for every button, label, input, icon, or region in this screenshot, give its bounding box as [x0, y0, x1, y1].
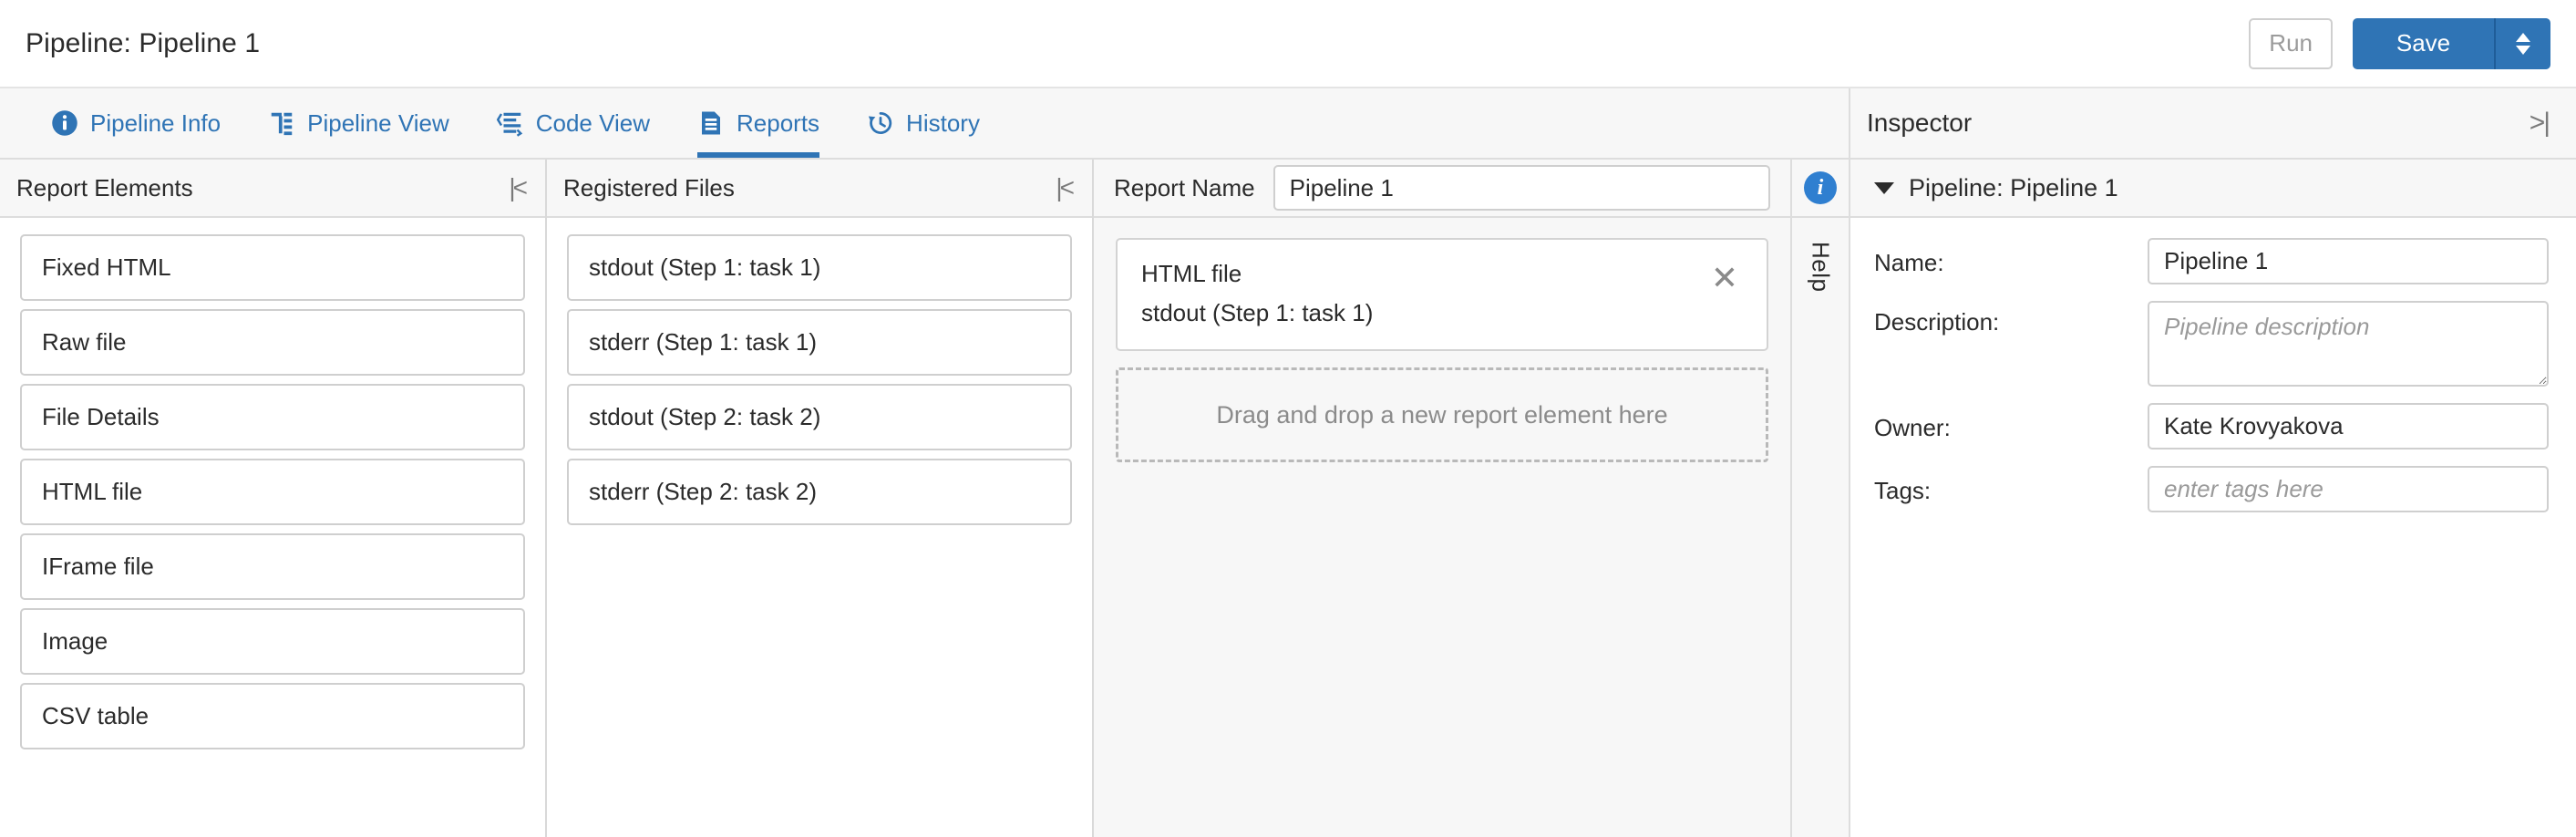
inspector-form: Name: Description: Owner: Tags: [1850, 218, 2576, 529]
list-item[interactable]: File Details [20, 384, 525, 450]
tab-reports[interactable]: Reports [674, 88, 843, 158]
tree-view-icon [268, 109, 295, 137]
report-card-subtitle: stdout (Step 1: task 1) [1141, 299, 1374, 326]
page-title: Pipeline: Pipeline 1 [26, 27, 261, 58]
inspector-row-description: Description: [1874, 301, 2549, 387]
report-card-title: HTML file [1141, 260, 1242, 287]
tab-label: Pipeline Info [90, 108, 222, 137]
inspector-header: Inspector >| [1850, 88, 2576, 158]
inspector-section-title: Pipeline: Pipeline 1 [1909, 173, 2118, 202]
list-item[interactable]: Image [20, 608, 525, 675]
tab-label: History [906, 108, 980, 137]
tab-pipeline-view[interactable]: Pipeline View [244, 88, 473, 158]
inspector-row-owner: Owner: [1874, 403, 2549, 450]
inspector-row-name: Name: [1874, 238, 2549, 284]
help-tab[interactable]: Help [1807, 242, 1835, 292]
registered-files-list: stdout (Step 1: task 1) stderr (Step 1: … [547, 218, 1092, 837]
collapse-left-icon[interactable]: |< [509, 175, 528, 201]
collapse-left-icon[interactable]: |< [1056, 175, 1075, 201]
report-elements-list: Fixed HTML Raw file File Details HTML fi… [0, 218, 545, 837]
registered-files-panel: Registered Files |< stdout (Step 1: task… [547, 160, 1094, 837]
report-element-card[interactable]: HTML file stdout (Step 1: task 1) ✕ [1116, 238, 1768, 351]
app-header: Pipeline: Pipeline 1 Run Save [0, 0, 2576, 88]
main-content: Report Elements |< Fixed HTML Raw file F… [0, 160, 2576, 837]
tab-code-view[interactable]: Code View [473, 88, 674, 158]
tab-pipeline-info[interactable]: Pipeline Info [27, 88, 244, 158]
dropzone-label: Drag and drop a new report element here [1216, 400, 1668, 429]
list-item[interactable]: HTML file [20, 459, 525, 525]
save-button[interactable]: Save [2353, 17, 2494, 69]
list-item[interactable]: stderr (Step 2: task 2) [567, 459, 1072, 525]
description-field[interactable] [2148, 301, 2549, 387]
inspector-collapse-icon[interactable]: >| [2530, 109, 2550, 137]
description-label: Description: [1874, 308, 2000, 336]
chevron-down-icon [1874, 181, 1894, 194]
list-item[interactable]: stderr (Step 1: task 1) [567, 309, 1072, 376]
panel-title: Registered Files [563, 173, 735, 202]
inspector-row-tags: Tags: [1874, 466, 2549, 512]
report-elements-header: Report Elements |< [0, 160, 545, 218]
chevron-up-down-icon [2516, 32, 2530, 55]
name-label: Name: [1874, 249, 1944, 276]
list-item[interactable]: IFrame file [20, 533, 525, 600]
run-button[interactable]: Run [2249, 17, 2333, 69]
owner-label: Owner: [1874, 414, 1951, 441]
report-name-label: Report Name [1114, 173, 1255, 202]
tab-label: Reports [737, 108, 820, 137]
inspector-section-header[interactable]: Pipeline: Pipeline 1 [1850, 160, 2576, 218]
list-item[interactable]: stdout (Step 1: task 1) [567, 234, 1072, 301]
tab-list: Pipeline Info Pipeline View Code View Re… [0, 88, 1850, 158]
info-circle-icon [51, 109, 78, 137]
report-builder-panel: Report Name HTML file stdout (Step 1: ta… [1094, 160, 1790, 837]
tab-history[interactable]: History [843, 88, 1004, 158]
help-rail: i Help [1790, 160, 1850, 837]
list-item[interactable]: Raw file [20, 309, 525, 376]
document-icon [697, 109, 725, 137]
list-item[interactable]: stdout (Step 2: task 2) [567, 384, 1072, 450]
panel-title: Report Elements [16, 173, 193, 202]
tab-label: Pipeline View [307, 108, 449, 137]
code-lines-icon [496, 109, 524, 137]
help-info-cell: i [1792, 160, 1849, 218]
clock-back-icon [867, 109, 894, 137]
save-button-group: Save [2353, 17, 2550, 69]
list-item[interactable]: Fixed HTML [20, 234, 525, 301]
tab-label: Code View [535, 108, 650, 137]
report-name-input[interactable] [1273, 165, 1770, 211]
report-name-bar: Report Name [1094, 160, 1790, 218]
report-canvas: HTML file stdout (Step 1: task 1) ✕ Drag… [1094, 218, 1790, 837]
tab-bar: Pipeline Info Pipeline View Code View Re… [0, 88, 2576, 160]
report-dropzone[interactable]: Drag and drop a new report element here [1116, 367, 1768, 462]
info-circle-icon[interactable]: i [1804, 171, 1837, 204]
list-item[interactable]: CSV table [20, 683, 525, 749]
owner-field[interactable] [2148, 403, 2549, 450]
inspector-panel: Pipeline: Pipeline 1 Name: Description: … [1850, 160, 2576, 837]
name-field[interactable] [2148, 238, 2549, 284]
save-dropdown-button[interactable] [2494, 17, 2550, 69]
tags-label: Tags: [1874, 477, 1932, 504]
tags-field[interactable] [2148, 466, 2549, 512]
inspector-title: Inspector [1867, 108, 1973, 137]
report-elements-panel: Report Elements |< Fixed HTML Raw file F… [0, 160, 547, 837]
header-actions: Run Save [2249, 17, 2550, 69]
registered-files-header: Registered Files |< [547, 160, 1092, 218]
close-icon[interactable]: ✕ [1706, 262, 1743, 298]
